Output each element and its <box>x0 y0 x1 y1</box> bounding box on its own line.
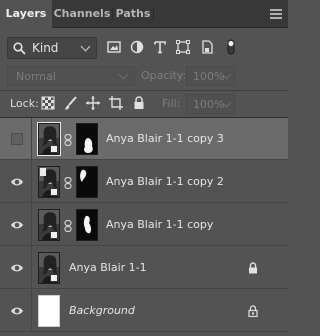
lock-transparent-pixels-icon[interactable] <box>40 95 56 111</box>
visibility-empty-box <box>11 133 23 145</box>
fill-label: Fill: <box>162 97 181 110</box>
layer-mask-thumbnail[interactable] <box>76 166 98 198</box>
lock-label: Lock: <box>10 97 39 110</box>
type-filter-icon[interactable] <box>151 38 169 56</box>
smart-object-badge <box>50 145 58 153</box>
visibility-toggle[interactable] <box>0 204 32 246</box>
lock-artboard-icon[interactable] <box>108 95 124 111</box>
eye-icon <box>11 307 23 315</box>
visibility-toggle[interactable] <box>0 247 32 289</box>
panel-menu-icon[interactable] <box>270 9 282 19</box>
layer-name: Anya Blair 1-1 copy <box>106 218 214 231</box>
visibility-toggle[interactable] <box>0 161 32 203</box>
chevron-down-icon <box>118 69 129 80</box>
layer-mask-thumbnail[interactable] <box>76 209 98 241</box>
layer-name: Anya Blair 1-1 copy 2 <box>106 175 224 188</box>
tab-divider <box>153 7 154 21</box>
eye-icon <box>11 221 23 229</box>
layer-row[interactable]: Anya Blair 1-1 copy <box>0 204 288 246</box>
layer-name: Background <box>69 304 135 317</box>
layer-row[interactable]: Anya Blair 1-1 copy 2 <box>0 161 288 203</box>
chevron-down-icon <box>80 41 91 52</box>
tab-channels[interactable]: Channels <box>52 0 112 28</box>
layer-mask-thumbnail[interactable] <box>76 123 98 155</box>
layer-name: Anya Blair 1-1 copy 3 <box>106 132 224 145</box>
smart-object-badge <box>50 188 58 196</box>
divider <box>0 90 288 91</box>
mask-shape-image <box>84 138 93 153</box>
smart-object-filter-icon[interactable] <box>198 38 216 56</box>
adjustment-filter-icon[interactable] <box>128 38 146 56</box>
blend-mode-select[interactable]: Normal <box>7 66 135 86</box>
eye-icon <box>11 264 23 272</box>
lock-icon[interactable] <box>248 262 258 274</box>
fill-field[interactable]: 100% <box>186 94 235 114</box>
lock-position-icon[interactable] <box>85 95 101 111</box>
mask-link-icon[interactable] <box>64 177 72 189</box>
opacity-field[interactable]: 100% <box>186 66 235 86</box>
mask-link-icon[interactable] <box>64 220 72 232</box>
smart-object-badge <box>50 231 58 239</box>
lock-image-pixels-icon[interactable] <box>63 95 79 111</box>
layer-thumbnail[interactable] <box>38 166 60 198</box>
layer-list: Anya Blair 1-1 copy 3 Anya Blair 1-1 cop… <box>0 118 288 336</box>
tab-layers[interactable]: Layers <box>0 0 52 29</box>
layer-thumbnail[interactable] <box>38 252 60 284</box>
layer-row[interactable]: Background <box>0 290 288 332</box>
mask-shape-image <box>83 215 92 234</box>
image-filter-icon[interactable] <box>105 38 123 56</box>
background-thumbnail[interactable] <box>38 295 60 327</box>
layer-row[interactable]: Anya Blair 1-1 <box>0 247 288 289</box>
eye-icon <box>11 178 23 186</box>
mask-shape-image <box>80 169 87 182</box>
layers-panel: Layers Channels Paths Kind Normal Opacit… <box>0 0 288 336</box>
mask-link-icon[interactable] <box>64 134 72 146</box>
layer-thumbnail[interactable] <box>37 122 61 156</box>
layer-row[interactable]: Anya Blair 1-1 copy 3 <box>0 118 288 160</box>
lock-icon[interactable] <box>248 305 258 317</box>
blend-mode-value: Normal <box>16 70 56 83</box>
lock-all-icon[interactable] <box>131 95 147 111</box>
fill-value: 100% <box>193 98 225 111</box>
layer-name: Anya Blair 1-1 <box>69 261 147 274</box>
opacity-label: Opacity: <box>141 69 187 82</box>
shape-filter-icon[interactable] <box>174 38 192 56</box>
smart-object-badge <box>50 274 58 282</box>
filter-kind-label: Kind <box>32 41 59 55</box>
filter-toggle-icon[interactable] <box>222 38 240 56</box>
layer-thumbnail[interactable] <box>38 209 60 241</box>
visibility-toggle[interactable] <box>0 118 32 160</box>
tab-paths[interactable]: Paths <box>113 0 153 28</box>
search-icon <box>13 42 26 55</box>
filter-kind-select[interactable]: Kind <box>7 37 97 59</box>
opacity-value: 100% <box>193 70 225 83</box>
visibility-toggle[interactable] <box>0 290 32 332</box>
panel-tab-bar: Layers Channels Paths <box>0 0 288 29</box>
